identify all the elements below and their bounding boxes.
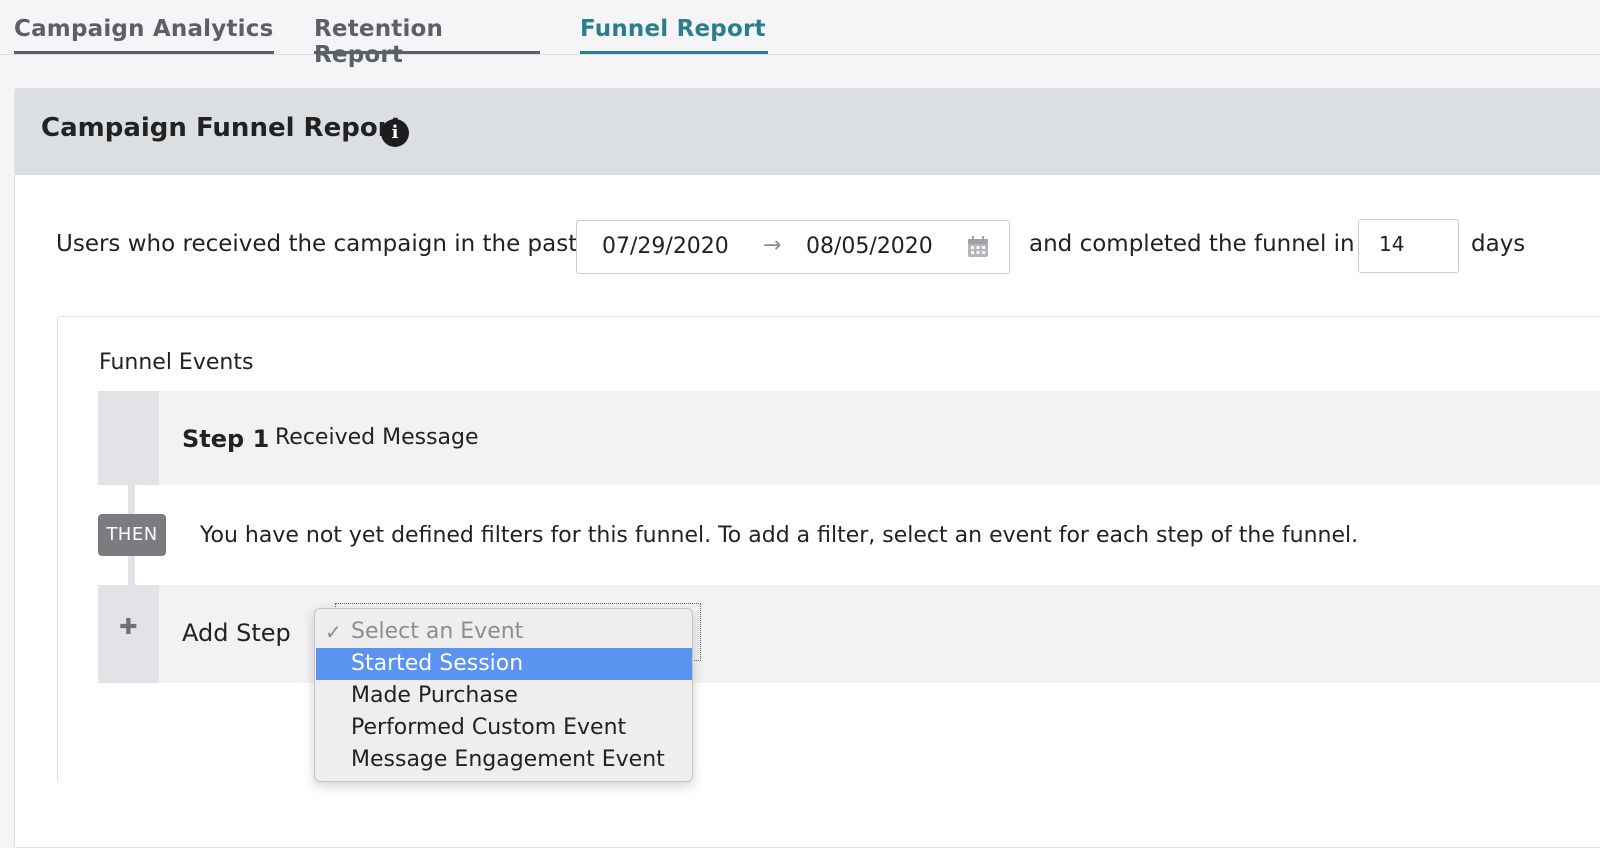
- then-badge: THEN: [98, 514, 166, 556]
- funnel-step-1[interactable]: Step 1 Received Message: [98, 391, 1600, 485]
- calendar-icon[interactable]: [967, 236, 989, 258]
- check-icon: ✓: [325, 620, 342, 644]
- option-performed-custom-event[interactable]: Performed Custom Event: [316, 712, 692, 744]
- option-message-engagement-event[interactable]: Message Engagement Event: [316, 744, 692, 776]
- add-step-label: Add Step: [182, 619, 291, 647]
- step-gutter: [98, 391, 159, 485]
- event-select-dropdown[interactable]: ✓ Select an Event Started Session Made P…: [314, 608, 693, 782]
- info-icon[interactable]: i: [381, 119, 409, 147]
- funnel-events-panel: Funnel Events Step 1 Received Message TH…: [57, 316, 1600, 781]
- card-title: Campaign Funnel Report: [41, 113, 403, 143]
- funnel-events-label: Funnel Events: [99, 350, 254, 375]
- tab-funnel-report[interactable]: Funnel Report: [580, 14, 768, 54]
- then-message: You have not yet defined filters for thi…: [200, 523, 1359, 548]
- date-range-picker[interactable]: 07/29/2020 → 08/05/2020: [576, 220, 1010, 274]
- option-started-session[interactable]: Started Session: [316, 648, 692, 680]
- card-header: Campaign Funnel Report i: [15, 89, 1600, 175]
- step-label: Step 1: [182, 425, 270, 453]
- tab-campaign-analytics[interactable]: Campaign Analytics: [14, 14, 274, 54]
- end-date[interactable]: 08/05/2020: [806, 234, 933, 259]
- report-tabs: Campaign Analytics Retention Report Funn…: [0, 0, 1600, 68]
- tab-retention-report[interactable]: Retention Report: [314, 14, 540, 68]
- funnel-report-card: Campaign Funnel Report i Users who recei…: [14, 88, 1600, 848]
- option-made-purchase[interactable]: Made Purchase: [316, 680, 692, 712]
- dropdown-placeholder: ✓ Select an Event: [316, 616, 692, 648]
- plus-icon[interactable]: ✚: [98, 615, 159, 640]
- criteria-prefix: Users who received the campaign in the p…: [56, 231, 578, 257]
- criteria-suffix: days: [1471, 231, 1526, 257]
- criteria-middle: and completed the funnel in: [1029, 231, 1355, 257]
- step-event: Received Message: [275, 425, 479, 450]
- start-date[interactable]: 07/29/2020: [602, 234, 729, 259]
- days-input[interactable]: 14: [1358, 219, 1459, 273]
- arrow-right-icon: →: [763, 233, 782, 258]
